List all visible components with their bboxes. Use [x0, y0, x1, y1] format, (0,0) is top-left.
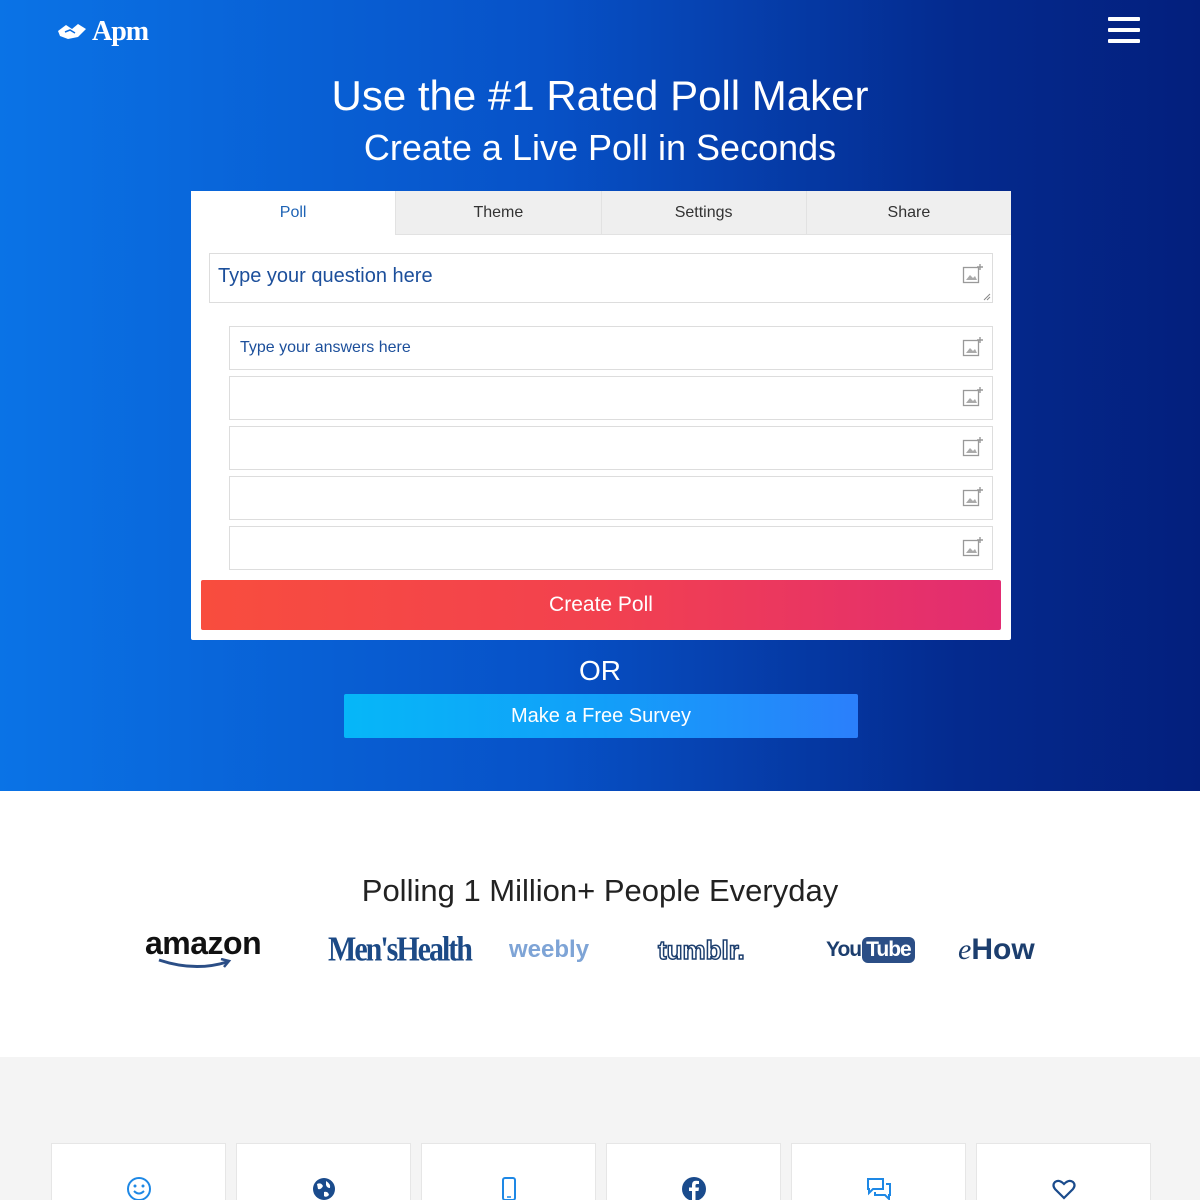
answer-field-3 [229, 426, 993, 470]
amazon-logo: amazon [145, 925, 262, 975]
question-input[interactable] [210, 254, 930, 298]
add-image-icon[interactable] [962, 536, 984, 558]
brand-logos: amazon Men'sHealth weebly tumblr. You Tub… [0, 925, 1200, 975]
hero-subtitle: Create a Live Poll in Seconds [363, 127, 837, 168]
feature-card [791, 1143, 966, 1200]
tab-theme[interactable]: Theme [395, 191, 601, 235]
feature-card [421, 1143, 596, 1200]
ehow-logo: e How [958, 925, 1035, 975]
youtube-tube-text: Tube [862, 937, 915, 963]
add-image-icon[interactable] [962, 263, 984, 285]
add-image-icon[interactable] [962, 436, 984, 458]
logo-icon [58, 24, 86, 39]
tumblr-logo: tumblr. [657, 934, 745, 966]
facebook-icon [682, 1177, 706, 1200]
smiley-icon [127, 1177, 151, 1200]
logo-text-prefix: A [92, 16, 112, 47]
heart-icon [1052, 1179, 1076, 1200]
feature-card [976, 1143, 1151, 1200]
tab-poll[interactable]: Poll [191, 191, 396, 235]
ehow-how-text: How [971, 933, 1035, 966]
weebly-logo: weebly [509, 936, 590, 963]
add-image-icon[interactable] [962, 336, 984, 358]
answer-input-4[interactable] [230, 477, 930, 519]
or-divider-label: OR [579, 655, 621, 686]
logo-text: pm [111, 16, 149, 47]
site-logo[interactable]: Apm [56, 16, 149, 48]
add-image-icon[interactable] [962, 486, 984, 508]
feature-card [51, 1143, 226, 1200]
answer-input-3[interactable] [230, 427, 930, 469]
add-image-icon[interactable] [962, 386, 984, 408]
answer-input-2[interactable] [230, 377, 930, 419]
resize-handle-icon[interactable] [983, 293, 991, 301]
poll-builder-card: Poll Theme Settings Share Type your ques… [191, 191, 1011, 640]
tab-share[interactable]: Share [805, 191, 1011, 235]
feature-card [236, 1143, 411, 1200]
feature-card [606, 1143, 781, 1200]
ehow-e-text: e [958, 933, 972, 966]
youtube-you-text: You [826, 938, 862, 961]
social-proof-title: Polling 1 Million+ People Everyday [361, 873, 839, 908]
answer-input-1[interactable] [230, 327, 930, 369]
amazon-logo-text: amazon [145, 925, 262, 961]
hero-section: Apm Use the #1 Rated Poll Maker Create a… [0, 0, 1200, 791]
hero-title: Use the #1 Rated Poll Maker [331, 72, 869, 119]
answer-field-1 [229, 326, 993, 370]
make-survey-button[interactable]: Make a Free Survey [344, 694, 858, 738]
create-poll-button[interactable]: Create Poll [201, 580, 1001, 630]
amazon-smile-icon [158, 958, 232, 969]
question-field-wrapper [209, 253, 993, 303]
answer-field-2 [229, 376, 993, 420]
features-section [0, 1057, 1200, 1200]
youtube-logo: You Tube [826, 925, 915, 975]
mobile-icon [502, 1177, 516, 1200]
globe-icon [313, 1178, 335, 1200]
chat-icon [867, 1178, 891, 1200]
poll-tabs: Poll Theme Settings Share [191, 191, 1011, 235]
menshealth-logo: Men'sHealth [328, 930, 473, 969]
hamburger-menu-icon[interactable] [1108, 17, 1140, 43]
answer-input-5[interactable] [230, 527, 930, 569]
answer-field-5 [229, 526, 993, 570]
answer-field-4 [229, 476, 993, 520]
tab-settings[interactable]: Settings [600, 191, 806, 235]
